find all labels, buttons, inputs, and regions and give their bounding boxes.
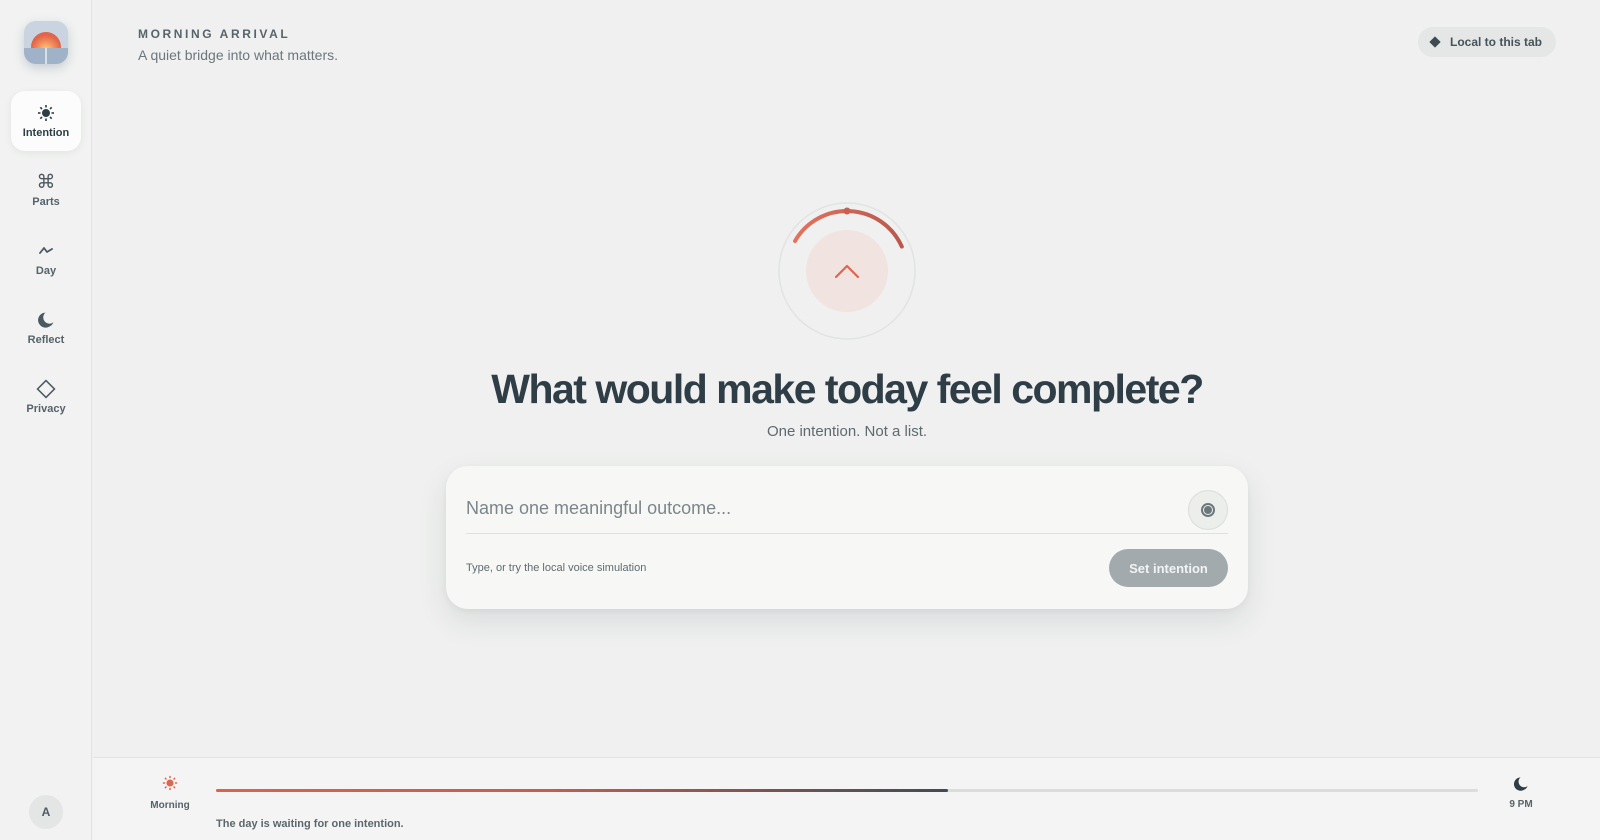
sidebar-item-reflect[interactable]: Reflect <box>11 298 81 358</box>
sidebar: Intention ⌘ Parts Day Reflect Privacy A <box>0 0 92 840</box>
record-icon <box>1201 503 1215 517</box>
timeline-end-label: 9 PM <box>1509 799 1533 810</box>
privacy-badge: Local to this tab <box>1418 27 1556 57</box>
dial-center-button[interactable] <box>806 230 888 312</box>
timeline-track <box>216 789 1478 792</box>
command-icon: ⌘ <box>36 171 56 193</box>
sun-icon <box>162 775 178 791</box>
sidebar-item-intention[interactable]: Intention <box>11 91 81 151</box>
input-hint: Type, or try the local voice simulation <box>466 562 647 574</box>
day-timeline: Morning 9 PM The day is waiting for one … <box>93 757 1600 840</box>
timeline-end: 9 PM <box>1501 776 1541 810</box>
input-underline <box>466 533 1228 534</box>
intention-dial <box>777 201 917 341</box>
dial-marker <box>843 207 851 215</box>
diamond-icon <box>1429 36 1441 48</box>
sidebar-item-label: Reflect <box>27 334 65 346</box>
page-title: What would make today feel complete? <box>491 366 1204 412</box>
timeline-start-label: Morning <box>150 800 190 811</box>
avatar[interactable]: A <box>29 795 63 829</box>
page-subtitle: One intention. Not a list. <box>766 423 928 440</box>
timeline-status: The day is waiting for one intention. <box>216 818 404 830</box>
sidebar-item-parts[interactable]: ⌘ Parts <box>11 160 81 220</box>
page-eyebrow: MORNING ARRIVAL <box>138 27 291 41</box>
timeline-progress <box>216 789 948 792</box>
sidebar-item-label: Day <box>35 265 57 277</box>
sidebar-item-day[interactable]: Day <box>11 229 81 289</box>
moon-icon <box>1513 777 1528 791</box>
sidebar-item-label: Intention <box>22 127 70 139</box>
lightning-icon <box>39 241 53 261</box>
intention-card: Type, or try the local voice simulation … <box>446 466 1248 609</box>
sidebar-item-label: Parts <box>32 196 60 208</box>
privacy-badge-label: Local to this tab <box>1450 35 1543 49</box>
page-tagline: A quiet bridge into what matters. <box>138 47 338 63</box>
intention-input[interactable] <box>466 493 1156 523</box>
moon-icon <box>37 310 55 330</box>
sunrise-logo-icon[interactable] <box>24 21 68 64</box>
voice-record-button[interactable] <box>1188 490 1228 530</box>
timeline-start: Morning <box>145 775 195 811</box>
set-intention-button[interactable]: Set intention <box>1109 549 1228 587</box>
chevron-up-icon <box>834 264 860 279</box>
sun-icon <box>37 103 55 123</box>
